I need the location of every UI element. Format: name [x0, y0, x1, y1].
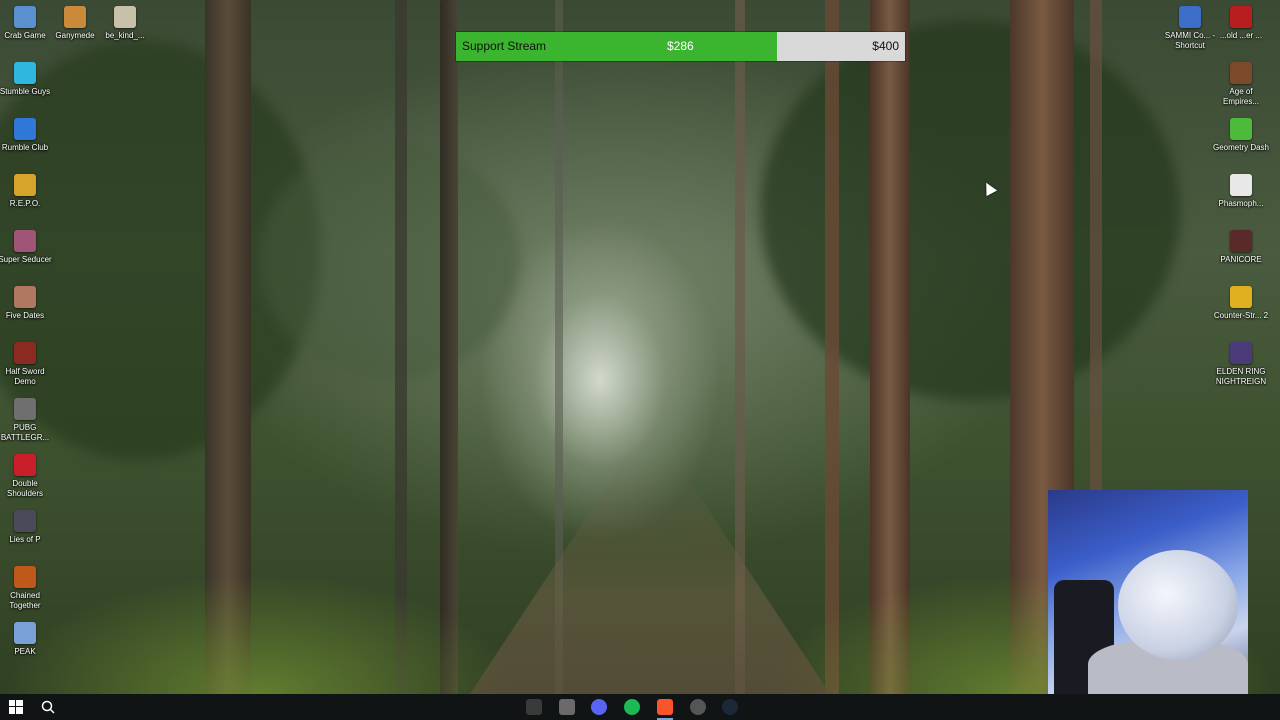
repo-icon: [14, 174, 36, 196]
elden-ring-icon: [1230, 342, 1252, 364]
search-icon[interactable]: [32, 694, 64, 720]
support-stream-title: Support Stream: [462, 39, 547, 53]
crab-game-icon: [14, 6, 36, 28]
desktop-shortcut-right-6[interactable]: Counter-Str... 2: [1211, 286, 1271, 321]
webcam-overlay: [1048, 490, 1248, 694]
streamer-head: [1118, 550, 1238, 660]
double-shoulders-icon: [14, 454, 36, 476]
desktop-shortcut-left-4[interactable]: Rumble Club: [0, 118, 55, 153]
taskbar-app-file-explorer[interactable]: [551, 694, 583, 720]
terminal-icon: [558, 699, 575, 715]
discord-icon: [591, 699, 608, 715]
desktop-shortcut-left-9[interactable]: PUBG BATTLEGR...: [0, 398, 55, 443]
recording-icon: [689, 699, 706, 715]
desktop-shortcut-label: Crab Game: [4, 31, 46, 40]
desktop-shortcut-left-6[interactable]: Super Seducer: [0, 230, 55, 265]
support-stream-raised: $286: [667, 39, 694, 53]
desktop-shortcut-label: PEAK: [14, 647, 36, 656]
spotify-icon: [624, 699, 641, 715]
taskbar-app-spotify[interactable]: [616, 694, 648, 720]
desktop-shortcut-left-3[interactable]: Stumble Guys: [0, 62, 55, 97]
phasmophobia-icon: [1230, 174, 1252, 196]
taskbar-app-brave[interactable]: [649, 694, 681, 720]
stronghold-icon: [1230, 6, 1252, 28]
desktop-shortcut-left-5[interactable]: R.E.P.O.: [0, 174, 55, 209]
desktop-shortcut-left-10[interactable]: Double Shoulders: [0, 454, 55, 499]
desktop-shortcut-left-12[interactable]: Chained Together: [0, 566, 55, 611]
desktop-shortcut-label: ELDEN RING NIGHTREIGN: [1215, 367, 1267, 386]
desktop-shortcut-label: Lies of P: [9, 535, 41, 544]
desktop-shortcut-left-13[interactable]: PEAK: [0, 622, 55, 657]
counter-strike-icon: [1230, 286, 1252, 308]
desktop-shortcut-right-2[interactable]: Age of Empires...: [1211, 62, 1271, 107]
lies-of-p-icon: [14, 510, 36, 532]
stumble-guys-icon: [14, 62, 36, 84]
desktop-shortcut-label: Ganymede: [55, 31, 95, 40]
desktop-shortcut-label: Rumble Club: [1, 143, 49, 152]
desktop-shortcut-label: Five Dates: [5, 311, 45, 320]
desktop-shortcut-left-11[interactable]: Lies of P: [0, 510, 55, 545]
sammi-icon: [1179, 6, 1201, 28]
five-dates-icon: [14, 286, 36, 308]
desktop-shortcut-label: Counter-Str... 2: [1213, 311, 1269, 320]
desktop-shortcut-label: R.E.P.O.: [9, 199, 41, 208]
desktop-shortcut-label: ...old ...er ...: [1219, 31, 1263, 40]
desktop-shortcut-label: Super Seducer: [0, 255, 52, 264]
peak-icon: [14, 622, 36, 644]
rumble-club-icon: [14, 118, 36, 140]
geometry-dash-icon: [1230, 118, 1252, 140]
windows-start-icon[interactable]: [0, 694, 32, 720]
desktop-shortcut-right-3[interactable]: Geometry Dash: [1211, 118, 1271, 153]
chained-together-icon: [14, 566, 36, 588]
desktop-shortcut-left-7[interactable]: Five Dates: [0, 286, 55, 321]
desktop-shortcut-right-1[interactable]: ...old ...er ...: [1211, 6, 1271, 41]
desktop-shortcut-label: Double Shoulders: [6, 479, 44, 498]
pubg-icon: [14, 398, 36, 420]
desktop-shortcut-left-2[interactable]: be_kind_...: [95, 6, 155, 41]
support-stream-goal: $400: [872, 39, 899, 53]
desktop-shortcut-right-4[interactable]: Phasmoph...: [1211, 174, 1271, 209]
brave-icon: [656, 699, 673, 715]
file-icon: [114, 6, 136, 28]
taskbar-app-discord[interactable]: [583, 694, 615, 720]
steam-icon: [722, 699, 739, 715]
half-sword-icon: [14, 342, 36, 364]
desktop-shortcut-label: Phasmoph...: [1218, 199, 1264, 208]
desktop-shortcut-label: PANICORE: [1220, 255, 1262, 264]
desktop-shortcut-right-5[interactable]: PANICORE: [1211, 230, 1271, 265]
desktop-shortcut-label: Geometry Dash: [1212, 143, 1270, 152]
taskbar-app-steam[interactable]: [714, 694, 746, 720]
dirt-path: [470, 454, 830, 694]
obs-icon: [526, 699, 542, 715]
desktop-shortcut-label: Stumble Guys: [0, 87, 51, 96]
desktop-shortcut-label: be_kind_...: [105, 31, 145, 40]
age-of-empires-icon: [1230, 62, 1252, 84]
desktop-shortcut-right-7[interactable]: ELDEN RING NIGHTREIGN: [1211, 342, 1271, 387]
support-stream-bar: Support Stream $286 $400: [456, 32, 905, 61]
desktop-shortcut-left-8[interactable]: Half Sword Demo: [0, 342, 55, 387]
desktop-shortcut-label: Age of Empires...: [1222, 87, 1259, 106]
desktop-shortcut-label: Chained Together: [9, 591, 41, 610]
taskbar-app-obs-record[interactable]: [682, 694, 714, 720]
taskbar: [0, 694, 1280, 720]
panicore-icon: [1230, 230, 1252, 252]
desktop-shortcut-label: PUBG BATTLEGR...: [0, 423, 50, 442]
taskbar-app-obs[interactable]: [518, 694, 550, 720]
super-seducer-icon: [14, 230, 36, 252]
desktop-shortcut-label: Half Sword Demo: [5, 367, 45, 386]
ganymede-icon: [64, 6, 86, 28]
